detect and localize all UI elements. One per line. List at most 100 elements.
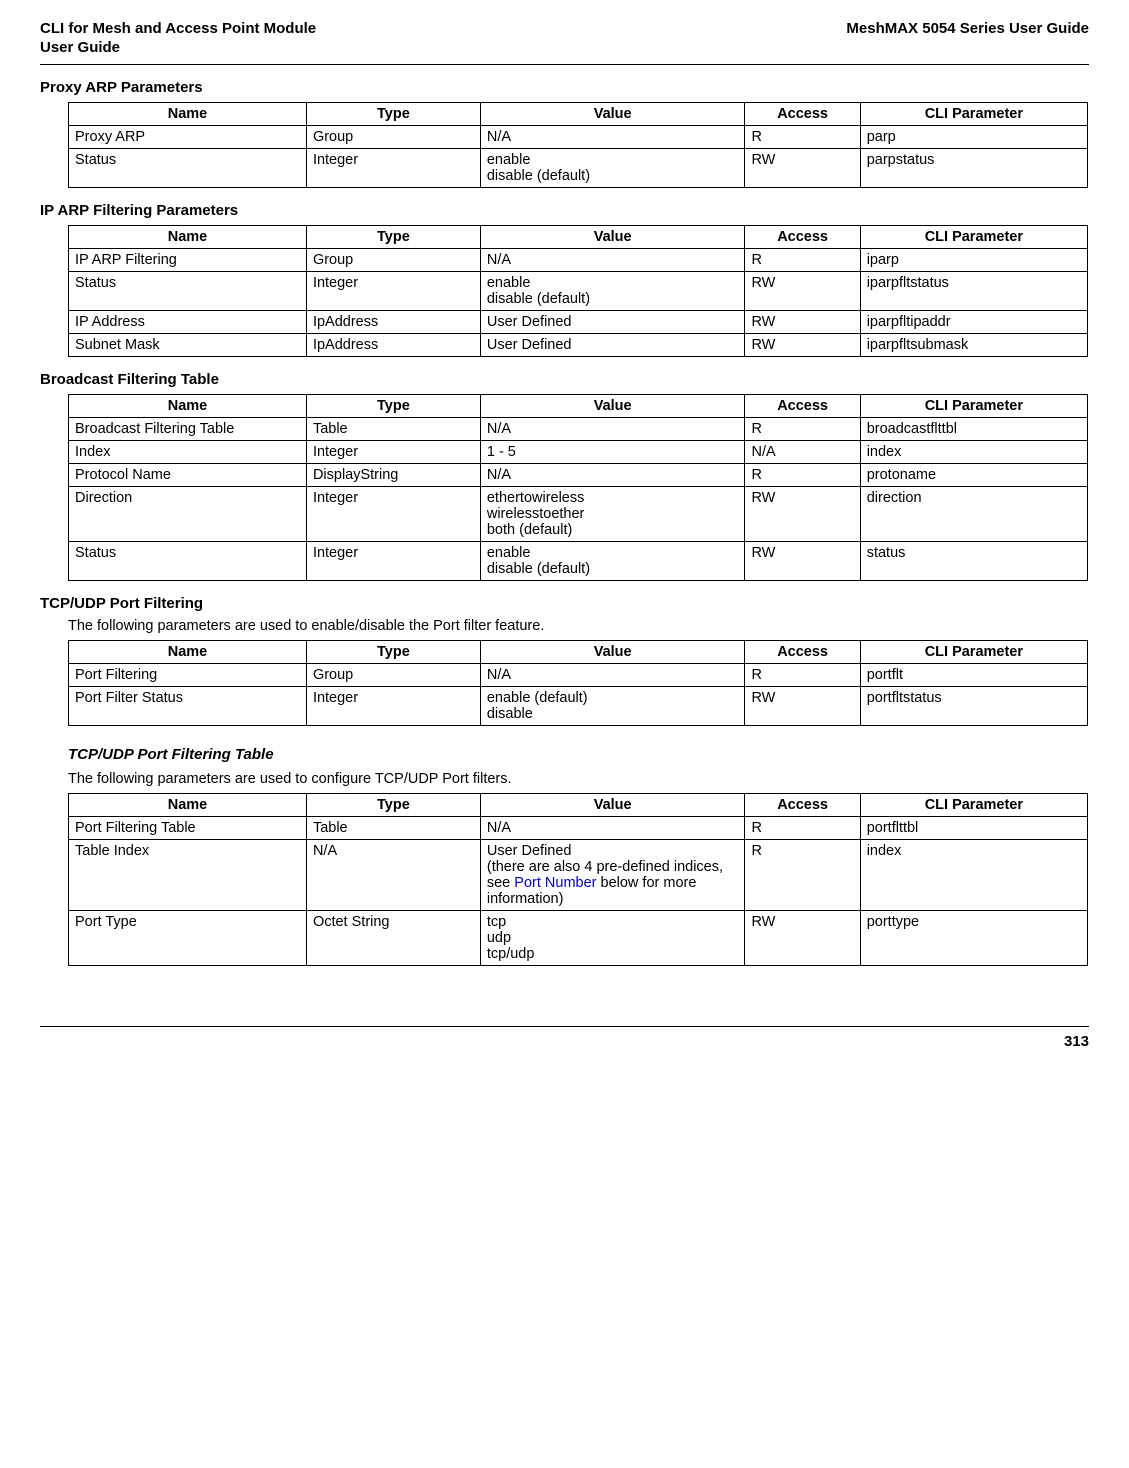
table-header-row: Name Type Value Access CLI Parameter	[69, 640, 1088, 663]
col-cli: CLI Parameter	[860, 640, 1087, 663]
cell-type: Table	[306, 816, 480, 839]
cell-cli: iparpfltstatus	[860, 271, 1087, 310]
header-right: MeshMAX 5054 Series User Guide	[846, 20, 1089, 37]
cell-value: ethertowirelesswirelesstoetherboth (defa…	[480, 486, 745, 541]
cell-access: R	[745, 248, 860, 271]
col-cli: CLI Parameter	[860, 793, 1087, 816]
table-row: Protocol Name DisplayString N/A R proton…	[69, 463, 1088, 486]
header-left-line1: CLI for Mesh and Access Point Module	[40, 20, 316, 37]
cell-type: DisplayString	[306, 463, 480, 486]
cell-access: R	[745, 816, 860, 839]
cell-cli: iparpfltsubmask	[860, 333, 1087, 356]
table-row: Status Integer enabledisable (default) R…	[69, 271, 1088, 310]
cell-access: RW	[745, 271, 860, 310]
col-access: Access	[745, 394, 860, 417]
table-row: Table Index N/A User Defined(there are a…	[69, 839, 1088, 910]
cell-access: RW	[745, 541, 860, 580]
col-access: Access	[745, 793, 860, 816]
cell-access: R	[745, 839, 860, 910]
table-header-row: Name Type Value Access CLI Parameter	[69, 394, 1088, 417]
cell-type: IpAddress	[306, 333, 480, 356]
cell-value: tcpudptcp/udp	[480, 910, 745, 965]
table-row: Direction Integer ethertowirelesswireles…	[69, 486, 1088, 541]
table-row: Subnet Mask IpAddress User Defined RW ip…	[69, 333, 1088, 356]
cell-cli: parp	[860, 125, 1087, 148]
cell-cli: status	[860, 541, 1087, 580]
cell-cli: broadcastflttbl	[860, 417, 1087, 440]
col-value: Value	[480, 640, 745, 663]
table-row: Port Type Octet String tcpudptcp/udp RW …	[69, 910, 1088, 965]
cell-type: Table	[306, 417, 480, 440]
table-row: Port Filtering Table Table N/A R portflt…	[69, 816, 1088, 839]
cell-type: Integer	[306, 148, 480, 187]
cell-name: Proxy ARP	[69, 125, 307, 148]
table-row: Status Integer enabledisable (default) R…	[69, 148, 1088, 187]
intro-tcpudp-port-filtering-table: The following parameters are used to con…	[68, 771, 1089, 787]
table-row: Port Filter Status Integer enable (defau…	[69, 686, 1088, 725]
col-name: Name	[69, 640, 307, 663]
heading-tcpudp-port-filtering: TCP/UDP Port Filtering	[40, 595, 1089, 612]
cell-name: Port Filtering Table	[69, 816, 307, 839]
cell-access: RW	[745, 686, 860, 725]
cell-type: Group	[306, 248, 480, 271]
cell-value: N/A	[480, 463, 745, 486]
cell-value: N/A	[480, 417, 745, 440]
cell-type: N/A	[306, 839, 480, 910]
cell-value: N/A	[480, 663, 745, 686]
table-tcpudp-port-filtering-table: Name Type Value Access CLI Parameter Por…	[68, 793, 1088, 966]
table-row: Port Filtering Group N/A R portflt	[69, 663, 1088, 686]
cell-type: Integer	[306, 686, 480, 725]
cell-value: enabledisable (default)	[480, 271, 745, 310]
cell-access: RW	[745, 310, 860, 333]
table-header-row: Name Type Value Access CLI Parameter	[69, 225, 1088, 248]
cell-value-composite: User Defined(there are also 4 pre-define…	[480, 839, 745, 910]
col-cli: CLI Parameter	[860, 394, 1087, 417]
cell-access: N/A	[745, 440, 860, 463]
col-cli: CLI Parameter	[860, 102, 1087, 125]
cell-type: Group	[306, 663, 480, 686]
cell-cli: porttype	[860, 910, 1087, 965]
table-tcpudp-port-filtering: Name Type Value Access CLI Parameter Por…	[68, 640, 1088, 726]
cell-name: Broadcast Filtering Table	[69, 417, 307, 440]
cell-cli: protoname	[860, 463, 1087, 486]
cell-cli: index	[860, 440, 1087, 463]
cell-type: IpAddress	[306, 310, 480, 333]
heading-tcpudp-port-filtering-table: TCP/UDP Port Filtering Table	[68, 746, 1089, 763]
cell-access: R	[745, 125, 860, 148]
cell-value: 1 - 5	[480, 440, 745, 463]
table-proxy-arp: Name Type Value Access CLI Parameter Pro…	[68, 102, 1088, 188]
table-row: Index Integer 1 - 5 N/A index	[69, 440, 1088, 463]
cell-access: RW	[745, 910, 860, 965]
cell-value: N/A	[480, 125, 745, 148]
intro-tcpudp-port-filtering: The following parameters are used to ena…	[68, 618, 1089, 634]
table-broadcast-filtering: Name Type Value Access CLI Parameter Bro…	[68, 394, 1088, 581]
port-number-link[interactable]: Port Number	[514, 875, 596, 891]
cell-access: R	[745, 663, 860, 686]
page-header: CLI for Mesh and Access Point Module Use…	[40, 20, 1089, 58]
cell-name: Port Filter Status	[69, 686, 307, 725]
cell-cli: portflttbl	[860, 816, 1087, 839]
col-cli: CLI Parameter	[860, 225, 1087, 248]
col-value: Value	[480, 102, 745, 125]
cell-cli: parpstatus	[860, 148, 1087, 187]
table-row: Proxy ARP Group N/A R parp	[69, 125, 1088, 148]
cell-name: Protocol Name	[69, 463, 307, 486]
heading-proxy-arp: Proxy ARP Parameters	[40, 79, 1089, 96]
cell-cli: iparp	[860, 248, 1087, 271]
cell-name: Port Filtering	[69, 663, 307, 686]
header-left-line2: User Guide	[40, 39, 120, 56]
cell-name: Status	[69, 148, 307, 187]
cell-name: Subnet Mask	[69, 333, 307, 356]
cell-value: User Defined	[480, 333, 745, 356]
col-value: Value	[480, 225, 745, 248]
col-name: Name	[69, 225, 307, 248]
col-type: Type	[306, 394, 480, 417]
cell-value: N/A	[480, 248, 745, 271]
table-row: IP Address IpAddress User Defined RW ipa…	[69, 310, 1088, 333]
page-footer: 313	[40, 1026, 1089, 1050]
cell-name: IP ARP Filtering	[69, 248, 307, 271]
cell-value: enable (default)disable	[480, 686, 745, 725]
cell-type: Integer	[306, 541, 480, 580]
cell-name: Direction	[69, 486, 307, 541]
cell-name: Status	[69, 541, 307, 580]
